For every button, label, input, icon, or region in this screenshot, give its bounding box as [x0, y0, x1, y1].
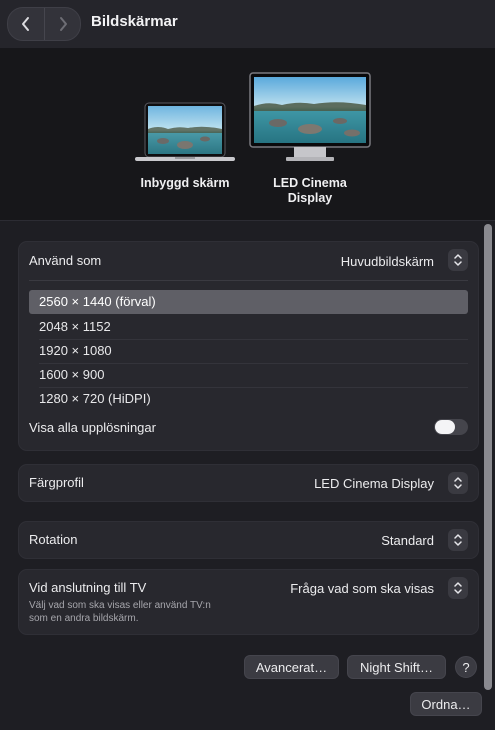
display-arrangement: Inbyggd skärm LED Cinema Display — [0, 49, 495, 221]
forward-button[interactable] — [44, 8, 81, 40]
scrollbar[interactable] — [484, 224, 492, 690]
tv-connection-group: Vid anslutning till TV Välj vad som ska … — [18, 569, 479, 635]
monitor-icon — [249, 72, 371, 161]
rotation-value[interactable]: Standard — [381, 533, 434, 548]
led-cinema-display[interactable] — [248, 71, 372, 163]
advanced-button[interactable]: Avancerat… — [244, 655, 339, 679]
title-bar: Bildskärmar — [0, 0, 495, 49]
back-button[interactable] — [8, 8, 44, 40]
led-cinema-display-label-line2: Display — [287, 191, 333, 205]
rotation-label: Rotation — [29, 532, 78, 547]
tv-connection-label: Vid anslutning till TV — [29, 580, 147, 595]
builtin-display-label: Inbyggd skärm — [140, 176, 230, 190]
resolution-option[interactable]: 2048 × 1152 — [29, 315, 468, 339]
use-as-value[interactable]: Huvudbildskärm — [341, 254, 434, 269]
up-down-chevron-icon — [454, 582, 462, 594]
up-down-chevron-icon — [454, 534, 462, 546]
use-as-label: Använd som — [29, 253, 102, 268]
tv-connection-description-line2: som en andra bildskärm. — [29, 613, 139, 624]
resolution-option[interactable]: 2560 × 1440 (förval) — [29, 290, 468, 314]
color-profile-group: Färgprofil LED Cinema Display — [18, 464, 479, 502]
rotation-group: Rotation Standard — [18, 521, 479, 559]
resolution-option[interactable]: 1920 × 1080 — [29, 339, 468, 363]
resolution-option[interactable]: 1600 × 900 — [29, 363, 468, 387]
led-cinema-display-label: LED Cinema Display — [245, 176, 375, 206]
rotation-stepper[interactable] — [448, 529, 468, 551]
tv-connection-value[interactable]: Fråga vad som ska visas — [290, 581, 434, 596]
color-profile-value[interactable]: LED Cinema Display — [314, 476, 434, 491]
color-profile-stepper[interactable] — [448, 472, 468, 494]
tv-connection-description-line1: Välj vad som ska visas eller använd TV:n — [29, 600, 211, 611]
led-cinema-display-label-line1: LED Cinema — [273, 176, 347, 190]
show-all-resolutions-label: Visa alla upplösningar — [29, 420, 156, 435]
show-all-resolutions-toggle[interactable] — [434, 419, 468, 435]
use-as-stepper[interactable] — [448, 249, 468, 271]
laptop-icon — [135, 102, 235, 161]
up-down-chevron-icon — [454, 477, 462, 489]
divider — [29, 280, 468, 281]
tv-connection-stepper[interactable] — [448, 577, 468, 599]
toggle-knob — [435, 420, 455, 434]
up-down-chevron-icon — [454, 254, 462, 266]
chevron-left-icon — [22, 17, 29, 31]
window-title: Bildskärmar — [91, 13, 178, 30]
resolution-option[interactable]: 1280 × 720 (HiDPI) — [29, 387, 468, 411]
navigation-buttons — [7, 7, 81, 41]
color-profile-label: Färgprofil — [29, 475, 84, 490]
night-shift-button[interactable]: Night Shift… — [347, 655, 446, 679]
builtin-display[interactable] — [133, 101, 237, 163]
main-display-group: Använd som Huvudbildskärm 2560 × 1440 (f… — [18, 241, 479, 451]
help-button[interactable]: ? — [455, 656, 477, 678]
chevron-right-icon — [60, 17, 67, 31]
arrange-button[interactable]: Ordna… — [410, 692, 482, 716]
